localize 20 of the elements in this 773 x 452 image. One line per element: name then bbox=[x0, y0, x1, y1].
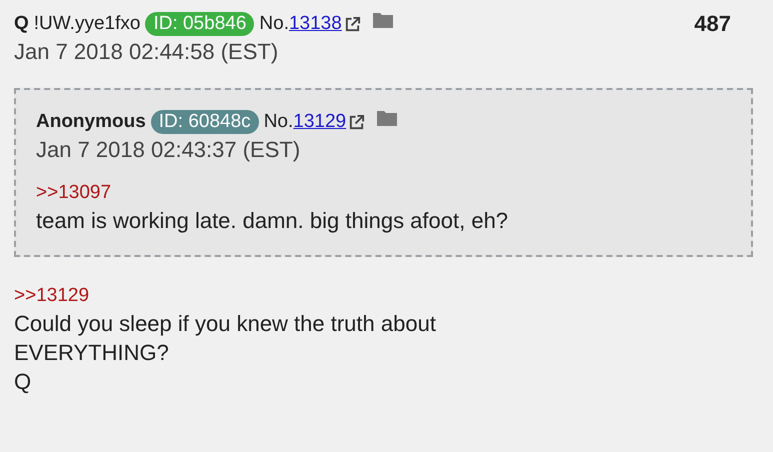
reply-link[interactable]: >>13097 bbox=[36, 180, 112, 206]
poster-name: Anonymous bbox=[36, 111, 146, 133]
folder-icon[interactable] bbox=[376, 109, 398, 127]
post-date: Jan 7 2018 02:44:58 (EST) bbox=[14, 38, 280, 66]
post-number-link[interactable]: 13138 bbox=[288, 13, 342, 35]
post-count: 487 bbox=[694, 11, 731, 37]
post-number-link[interactable]: 13129 bbox=[293, 111, 346, 133]
poster-name: Q bbox=[14, 13, 29, 35]
poster-id-badge: ID: 05b846 bbox=[145, 12, 254, 36]
post-message: team is working late. damn. big things afoot, eh? bbox=[36, 207, 510, 235]
tripcode: !UW.yye1fxo bbox=[34, 13, 140, 35]
poster-id-badge: ID: 60848c bbox=[150, 110, 259, 134]
post-number-label: No. bbox=[259, 13, 289, 35]
folder-icon[interactable] bbox=[372, 11, 394, 29]
post-message: Could you sleep if you knew the truth about EVERYTHING? Q bbox=[14, 310, 437, 396]
reply-link[interactable]: >>13129 bbox=[14, 283, 90, 309]
post-number-label: No. bbox=[264, 111, 294, 133]
post-date: Jan 7 2018 02:43:37 (EST) bbox=[36, 136, 302, 164]
external-link-icon[interactable] bbox=[348, 114, 366, 130]
external-link-icon[interactable] bbox=[344, 16, 361, 32]
